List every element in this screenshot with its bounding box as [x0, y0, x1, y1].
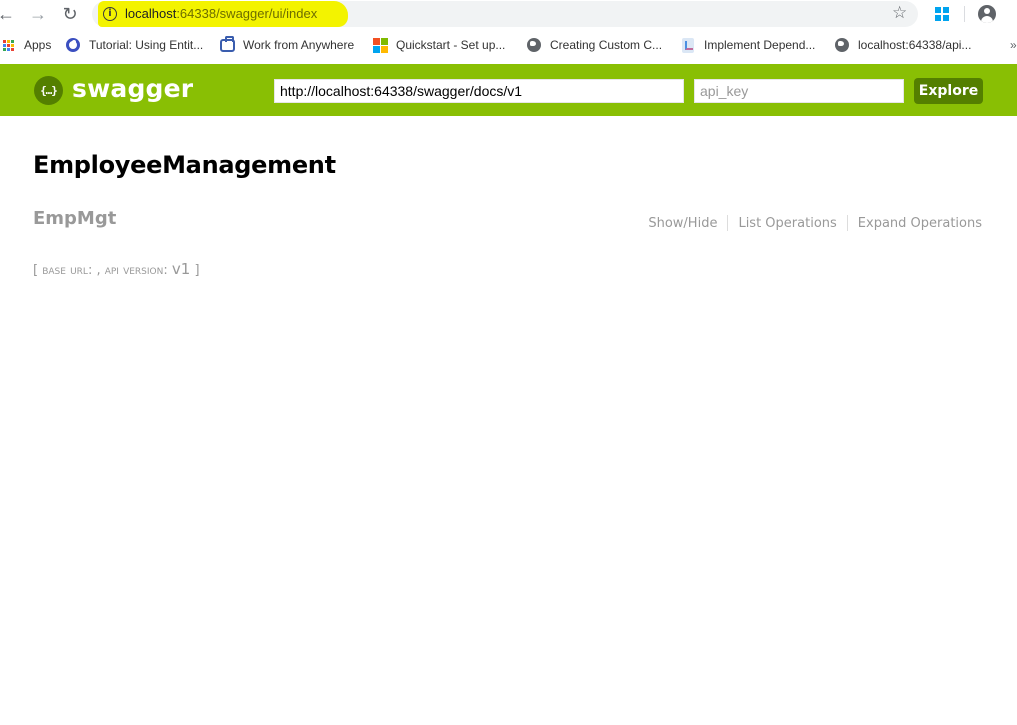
bookmark-label: Apps — [24, 38, 52, 52]
api-version-separator: : — [163, 263, 172, 278]
bookmarks-overflow-chevron-icon[interactable]: » — [1010, 38, 1017, 52]
swagger-logo-text[interactable]: swagger — [72, 74, 193, 103]
bookmark-label: Creating Custom C... — [550, 38, 663, 52]
profile-avatar-icon[interactable] — [978, 5, 996, 23]
bookmark-label: Implement Depend... — [704, 38, 816, 52]
forward-arrow-icon[interactable]: → — [28, 4, 48, 24]
url-path: :64338/swagger/ui/index — [176, 6, 318, 21]
api-key-input[interactable] — [694, 79, 904, 103]
bookmark-star-icon[interactable]: ☆ — [892, 3, 907, 23]
swagger-logo-icon[interactable]: {…} — [34, 76, 63, 105]
back-arrow-icon[interactable]: ← — [0, 4, 16, 24]
bookmark-apps[interactable]: Apps — [0, 36, 51, 54]
microsoft-logo-icon — [372, 37, 388, 53]
api-base-info: [ base url: , api version: v1 ] — [33, 260, 200, 278]
info-close-bracket: ] — [190, 263, 200, 278]
base-url-label: base url — [42, 263, 88, 278]
bookmark-work-from-anywhere[interactable]: Work from Anywhere — [219, 35, 355, 54]
bookmark-label: Tutorial: Using Entit... — [89, 38, 204, 52]
apps-grid-icon — [0, 37, 16, 53]
briefcase-icon — [219, 35, 235, 53]
address-url[interactable]: localhost:64338/swagger/ui/index — [125, 6, 317, 21]
explore-button[interactable]: Explore — [914, 78, 983, 104]
base-url-value: : , — [87, 263, 105, 278]
api-url-input[interactable] — [274, 79, 684, 103]
toolbar-divider — [964, 6, 965, 22]
bookmark-label: Work from Anywhere — [243, 38, 355, 52]
bookmark-label: localhost:64338/api... — [858, 38, 972, 52]
bookmark-creating-custom[interactable]: Creating Custom C... — [526, 36, 662, 54]
tutorial-site-icon — [65, 37, 81, 53]
bookmark-implement-depend[interactable]: Implement Depend... — [680, 36, 815, 54]
bookmark-localhost-api[interactable]: localhost:64338/api... — [834, 36, 971, 54]
reload-icon[interactable]: ↻ — [60, 4, 80, 24]
info-open-bracket: [ — [33, 263, 43, 278]
url-host: localhost — [125, 6, 177, 21]
document-icon — [680, 37, 696, 53]
bookmark-label: Quickstart - Set up... — [396, 38, 506, 52]
windows-extension-icon[interactable] — [935, 7, 949, 21]
api-version-label: api version — [104, 263, 164, 278]
bookmark-tutorial[interactable]: Tutorial: Using Entit... — [65, 36, 203, 54]
resource-name-link[interactable]: EmpMgt — [33, 208, 116, 229]
list-operations-link[interactable]: List Operations — [728, 216, 846, 231]
bookmarks-bar: Apps Tutorial: Using Entit... Work from … — [0, 31, 1017, 59]
globe-icon — [526, 37, 542, 53]
api-version-value: v1 — [171, 260, 191, 278]
globe-icon — [834, 37, 850, 53]
swagger-header: {…} swagger Explore — [0, 64, 1017, 116]
bookmark-quickstart[interactable]: Quickstart - Set up... — [372, 36, 505, 54]
browser-toolbar: ← → ↻ i localhost:64338/swagger/ui/index… — [0, 0, 1017, 30]
resource-operations: Show/Hide List Operations Expand Operati… — [638, 215, 982, 231]
address-bar[interactable]: i localhost:64338/swagger/ui/index ☆ — [92, 1, 918, 27]
expand-operations-link[interactable]: Expand Operations — [848, 216, 982, 231]
api-title: EmployeeManagement — [33, 151, 336, 179]
show-hide-link[interactable]: Show/Hide — [638, 216, 727, 231]
info-icon[interactable]: i — [103, 7, 117, 21]
